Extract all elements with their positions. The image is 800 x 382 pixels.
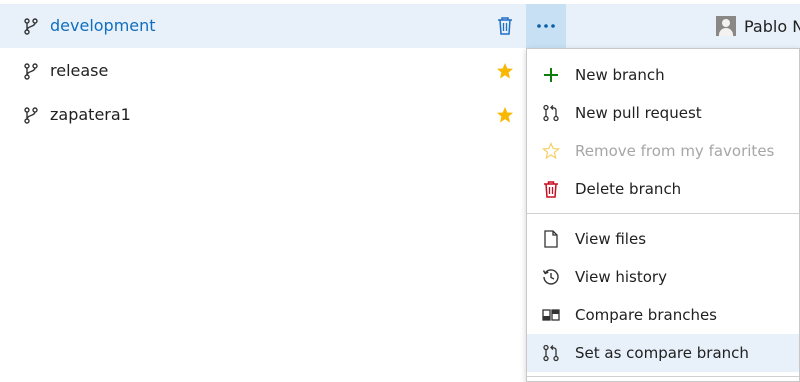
- menu-item-label: Set as compare branch: [575, 344, 749, 362]
- author-name: Pablo N: [744, 16, 800, 36]
- menu-divider: [527, 376, 799, 377]
- branch-row-development[interactable]: development Pablo N: [0, 4, 800, 48]
- star-outline-icon: [542, 142, 560, 160]
- branch-context-menu: New branch New pull request Remove from …: [526, 48, 800, 382]
- file-icon: [544, 230, 558, 248]
- author-cell: Pablo N: [716, 4, 800, 48]
- branch-row-release[interactable]: release: [0, 49, 566, 93]
- menu-item-new-branch[interactable]: New branch: [527, 56, 799, 94]
- menu-item-delete-branch[interactable]: Delete branch: [527, 170, 799, 208]
- avatar: [716, 16, 736, 36]
- menu-item-view-files[interactable]: View files: [527, 220, 799, 258]
- menu-item-label: Remove from my favorites: [575, 142, 775, 160]
- menu-item-set-compare-branch[interactable]: Set as compare branch: [527, 334, 799, 372]
- menu-item-label: View history: [575, 268, 667, 286]
- ellipsis-icon: [537, 24, 555, 28]
- branch-icon: [24, 63, 38, 80]
- branch-name[interactable]: release: [50, 49, 108, 93]
- menu-item-label: New branch: [575, 66, 665, 84]
- branch-row-zapatera1[interactable]: zapatera1: [0, 93, 566, 137]
- trash-icon: [544, 181, 558, 198]
- pull-request-icon: [543, 104, 559, 122]
- menu-item-label: View files: [575, 230, 647, 248]
- menu-item-new-pull-request[interactable]: New pull request: [527, 94, 799, 132]
- branch-name[interactable]: zapatera1: [50, 93, 131, 137]
- menu-item-label: Compare branches: [575, 306, 717, 324]
- more-actions-button[interactable]: [526, 4, 566, 48]
- menu-item-remove-favorite[interactable]: Remove from my favorites: [527, 132, 799, 170]
- plus-icon: [544, 68, 558, 82]
- menu-item-view-history[interactable]: View history: [527, 258, 799, 296]
- compare-icon: [542, 309, 560, 321]
- history-icon: [542, 269, 559, 285]
- favorite-star-icon[interactable]: [496, 62, 514, 80]
- pull-request-icon: [543, 344, 559, 362]
- menu-item-label: Delete branch: [575, 180, 682, 198]
- delete-branch-trash-icon[interactable]: [496, 16, 514, 36]
- branch-icon: [24, 18, 38, 35]
- branch-name[interactable]: development: [50, 4, 156, 48]
- branches-page: development Pablo N release zapatera1 Ne…: [0, 0, 800, 382]
- favorite-star-icon[interactable]: [496, 106, 514, 124]
- menu-item-compare-branches[interactable]: Compare branches: [527, 296, 799, 334]
- menu-item-label: New pull request: [575, 104, 702, 122]
- branch-icon: [24, 107, 38, 124]
- menu-divider: [527, 213, 799, 214]
